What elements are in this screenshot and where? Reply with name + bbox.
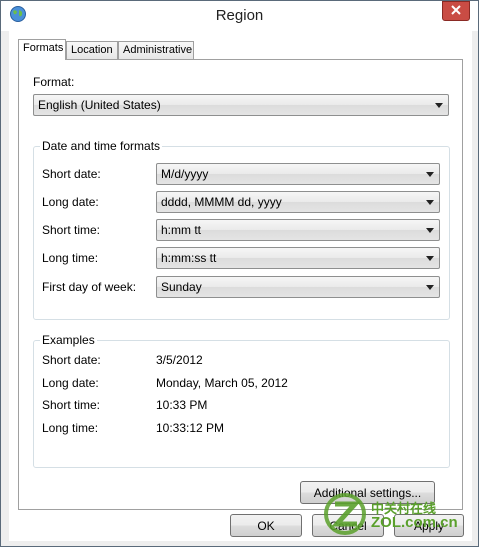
- long-time-label: Long time:: [42, 251, 99, 265]
- tab-formats[interactable]: Formats: [18, 39, 66, 60]
- close-button[interactable]: [442, 1, 470, 21]
- tab-location[interactable]: Location: [66, 41, 118, 59]
- first-day-of-week-label: First day of week:: [42, 280, 137, 294]
- chevron-down-icon: [426, 228, 434, 233]
- example-short-date-value: 3/5/2012: [156, 353, 203, 367]
- long-time-value: h:mm:ss tt: [161, 251, 217, 265]
- region-dialog: Region Formats Location Administrative F…: [0, 0, 479, 547]
- first-day-of-week-value: Sunday: [161, 280, 202, 294]
- example-long-time-value: 10:33:12 PM: [156, 421, 225, 435]
- chevron-down-icon: [426, 172, 434, 177]
- chevron-down-icon: [426, 256, 434, 261]
- date-time-formats-title: Date and time formats: [40, 139, 163, 153]
- example-short-time-value: 10:33 PM: [156, 398, 208, 412]
- dialog-client-area: Formats Location Administrative Format: …: [9, 31, 472, 541]
- first-day-of-week-dropdown[interactable]: Sunday: [156, 276, 440, 298]
- watermark-site-text: ZOL.com.cn: [371, 514, 458, 531]
- short-time-value: h:mm tt: [161, 223, 202, 237]
- short-time-dropdown[interactable]: h:mm tt: [156, 219, 440, 241]
- zol-watermark: 中关村在线 ZOL.com.cn: [323, 488, 473, 540]
- date-time-formats-group: Date and time formats Short date: M/d/yy…: [33, 139, 450, 320]
- chevron-down-icon: [426, 200, 434, 205]
- example-long-date-value: Monday, March 05, 2012: [156, 376, 288, 390]
- long-time-dropdown[interactable]: h:mm:ss tt: [156, 247, 440, 269]
- example-long-time-label: Long time:: [42, 421, 99, 435]
- title-bar: Region: [1, 1, 478, 31]
- short-date-dropdown[interactable]: M/d/yyyy: [156, 163, 440, 185]
- tab-administrative[interactable]: Administrative: [118, 41, 194, 59]
- chevron-down-icon: [435, 103, 443, 108]
- window-title: Region: [215, 7, 264, 24]
- chevron-down-icon: [426, 285, 434, 290]
- formats-tab-panel: Format: English (United States) Date and…: [18, 59, 463, 510]
- long-date-value: dddd, MMMM dd, yyyy: [161, 195, 282, 209]
- ok-button[interactable]: OK: [230, 514, 302, 537]
- short-date-value: M/d/yyyy: [161, 167, 209, 181]
- format-dropdown[interactable]: English (United States): [33, 94, 449, 116]
- close-icon: [451, 4, 461, 18]
- example-long-date-label: Long date:: [42, 376, 99, 390]
- format-label: Format:: [33, 75, 75, 89]
- format-dropdown-value: English (United States): [38, 98, 161, 112]
- example-short-date-label: Short date:: [42, 353, 101, 367]
- examples-title: Examples: [40, 333, 97, 347]
- short-time-label: Short time:: [42, 223, 101, 237]
- example-short-time-label: Short time:: [42, 398, 101, 412]
- short-date-label: Short date:: [42, 167, 101, 181]
- long-date-dropdown[interactable]: dddd, MMMM dd, yyyy: [156, 191, 440, 213]
- long-date-label: Long date:: [42, 195, 99, 209]
- examples-group: Examples Short date: 3/5/2012 Long date:…: [33, 333, 450, 468]
